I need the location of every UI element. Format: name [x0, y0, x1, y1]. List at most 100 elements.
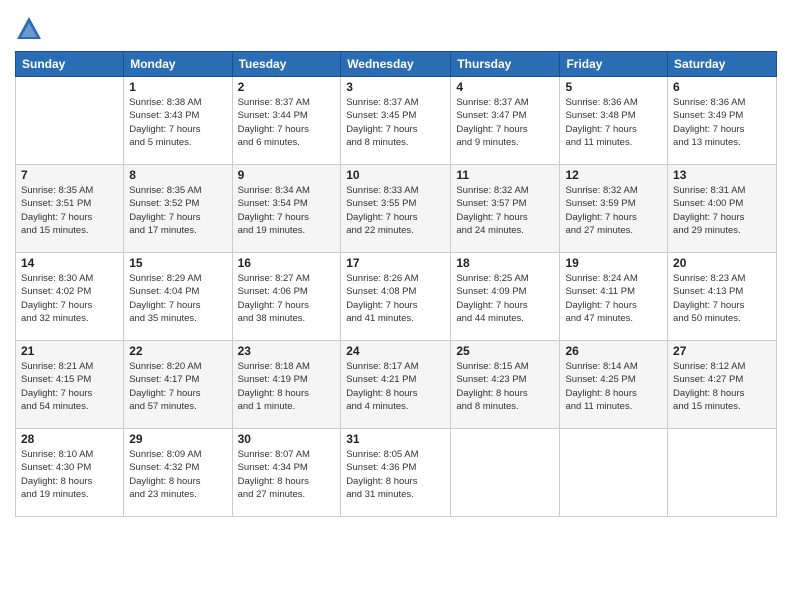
day-info: Sunrise: 8:36 AMSunset: 3:48 PMDaylight:…: [565, 96, 662, 149]
day-number: 16: [238, 256, 336, 270]
day-info: Sunrise: 8:07 AMSunset: 4:34 PMDaylight:…: [238, 448, 336, 501]
calendar-cell: 17Sunrise: 8:26 AMSunset: 4:08 PMDayligh…: [341, 253, 451, 341]
day-number: 27: [673, 344, 771, 358]
day-number: 3: [346, 80, 445, 94]
calendar-cell: 10 Sunrise: 8:33 AMSunset: 3:55 PMDayligh…: [341, 165, 451, 253]
day-number: 18: [456, 256, 554, 270]
calendar-cell: 23 Sunrise: 8:18 AMSunset: 4:19 PMDayligh…: [232, 341, 341, 429]
calendar-week-4: 21Sunrise: 8:21 AMSunset: 4:15 PMDayligh…: [16, 341, 777, 429]
day-info: Sunrise: 8:23 AMSunset: 4:13 PMDaylight:…: [673, 272, 771, 325]
calendar-header-thursday: Thursday: [451, 52, 560, 77]
day-info: Sunrise: 8:35 AMSunset: 3:51 PMDaylight:…: [21, 184, 118, 237]
day-info: Sunrise: 8:14 AMSunset: 4:25 PMDaylight:…: [565, 360, 662, 413]
calendar-table: SundayMondayTuesdayWednesdayThursdayFrid…: [15, 51, 777, 517]
calendar-cell: 21Sunrise: 8:21 AMSunset: 4:15 PMDayligh…: [16, 341, 124, 429]
day-number: 9: [238, 168, 336, 182]
day-info: Sunrise: 8:26 AMSunset: 4:08 PMDaylight:…: [346, 272, 445, 325]
calendar-cell: 4Sunrise: 8:37 AMSunset: 3:47 PMDaylight…: [451, 77, 560, 165]
day-number: 23: [238, 344, 336, 358]
calendar-cell: [668, 429, 777, 517]
day-number: 21: [21, 344, 118, 358]
calendar-week-3: 14 Sunrise: 8:30 AMSunset: 4:02 PMDayligh…: [16, 253, 777, 341]
day-number: 19: [565, 256, 662, 270]
calendar-header-row: SundayMondayTuesdayWednesdayThursdayFrid…: [16, 52, 777, 77]
calendar-cell: 2Sunrise: 8:37 AMSunset: 3:44 PMDaylight…: [232, 77, 341, 165]
calendar-cell: 1 Sunrise: 8:38 AMSunset: 3:43 PMDaylight…: [124, 77, 232, 165]
day-info: Sunrise: 8:09 AMSunset: 4:32 PMDaylight:…: [129, 448, 226, 501]
calendar-header-saturday: Saturday: [668, 52, 777, 77]
day-info: Sunrise: 8:12 AMSunset: 4:27 PMDaylight:…: [673, 360, 771, 413]
day-info: Sunrise: 8:31 AMSunset: 4:00 PMDaylight:…: [673, 184, 771, 237]
day-info: Sunrise: 8:25 AMSunset: 4:09 PMDaylight:…: [456, 272, 554, 325]
calendar-cell: 5 Sunrise: 8:36 AMSunset: 3:48 PMDaylight…: [560, 77, 668, 165]
calendar-cell: 24Sunrise: 8:17 AMSunset: 4:21 PMDayligh…: [341, 341, 451, 429]
calendar-cell: 19 Sunrise: 8:24 AMSunset: 4:11 PMDayligh…: [560, 253, 668, 341]
calendar-cell: 30 Sunrise: 8:07 AMSunset: 4:34 PMDayligh…: [232, 429, 341, 517]
calendar-cell: 20 Sunrise: 8:23 AMSunset: 4:13 PMDayligh…: [668, 253, 777, 341]
calendar-cell: 12 Sunrise: 8:32 AMSunset: 3:59 PMDayligh…: [560, 165, 668, 253]
calendar-cell: 27 Sunrise: 8:12 AMSunset: 4:27 PMDayligh…: [668, 341, 777, 429]
day-info: Sunrise: 8:05 AMSunset: 4:36 PMDaylight:…: [346, 448, 445, 501]
day-info: Sunrise: 8:32 AMSunset: 3:57 PMDaylight:…: [456, 184, 554, 237]
day-number: 1: [129, 80, 226, 94]
calendar-cell: [451, 429, 560, 517]
calendar-header-tuesday: Tuesday: [232, 52, 341, 77]
day-info: Sunrise: 8:37 AMSunset: 3:44 PMDaylight:…: [238, 96, 336, 149]
calendar-cell: [560, 429, 668, 517]
calendar-cell: 6Sunrise: 8:36 AMSunset: 3:49 PMDaylight…: [668, 77, 777, 165]
day-number: 28: [21, 432, 118, 446]
header: [15, 10, 777, 43]
calendar-cell: 3 Sunrise: 8:37 AMSunset: 3:45 PMDaylight…: [341, 77, 451, 165]
day-number: 30: [238, 432, 336, 446]
day-number: 31: [346, 432, 445, 446]
calendar-cell: 31 Sunrise: 8:05 AMSunset: 4:36 PMDayligh…: [341, 429, 451, 517]
day-number: 22: [129, 344, 226, 358]
day-number: 8: [129, 168, 226, 182]
day-number: 20: [673, 256, 771, 270]
calendar-cell: 16Sunrise: 8:27 AMSunset: 4:06 PMDayligh…: [232, 253, 341, 341]
day-info: Sunrise: 8:20 AMSunset: 4:17 PMDaylight:…: [129, 360, 226, 413]
day-number: 6: [673, 80, 771, 94]
calendar-cell: 9 Sunrise: 8:34 AMSunset: 3:54 PMDaylight…: [232, 165, 341, 253]
day-number: 25: [456, 344, 554, 358]
day-number: 4: [456, 80, 554, 94]
calendar-cell: 18 Sunrise: 8:25 AMSunset: 4:09 PMDayligh…: [451, 253, 560, 341]
calendar-week-5: 28Sunrise: 8:10 AMSunset: 4:30 PMDayligh…: [16, 429, 777, 517]
calendar-cell: 28Sunrise: 8:10 AMSunset: 4:30 PMDayligh…: [16, 429, 124, 517]
day-number: 15: [129, 256, 226, 270]
day-number: 5: [565, 80, 662, 94]
day-info: Sunrise: 8:37 AMSunset: 3:45 PMDaylight:…: [346, 96, 445, 149]
day-number: 10: [346, 168, 445, 182]
calendar-cell: 22 Sunrise: 8:20 AMSunset: 4:17 PMDayligh…: [124, 341, 232, 429]
day-info: Sunrise: 8:17 AMSunset: 4:21 PMDaylight:…: [346, 360, 445, 413]
calendar-cell: 29 Sunrise: 8:09 AMSunset: 4:32 PMDayligh…: [124, 429, 232, 517]
day-info: Sunrise: 8:15 AMSunset: 4:23 PMDaylight:…: [456, 360, 554, 413]
day-info: Sunrise: 8:29 AMSunset: 4:04 PMDaylight:…: [129, 272, 226, 325]
day-info: Sunrise: 8:35 AMSunset: 3:52 PMDaylight:…: [129, 184, 226, 237]
calendar-cell: 15 Sunrise: 8:29 AMSunset: 4:04 PMDayligh…: [124, 253, 232, 341]
day-number: 14: [21, 256, 118, 270]
calendar-header-sunday: Sunday: [16, 52, 124, 77]
calendar-cell: [16, 77, 124, 165]
day-number: 26: [565, 344, 662, 358]
day-info: Sunrise: 8:33 AMSunset: 3:55 PMDaylight:…: [346, 184, 445, 237]
day-number: 29: [129, 432, 226, 446]
calendar-header-friday: Friday: [560, 52, 668, 77]
day-info: Sunrise: 8:24 AMSunset: 4:11 PMDaylight:…: [565, 272, 662, 325]
calendar-cell: 14 Sunrise: 8:30 AMSunset: 4:02 PMDayligh…: [16, 253, 124, 341]
day-number: 7: [21, 168, 118, 182]
calendar-cell: 13Sunrise: 8:31 AMSunset: 4:00 PMDayligh…: [668, 165, 777, 253]
calendar-cell: 11Sunrise: 8:32 AMSunset: 3:57 PMDayligh…: [451, 165, 560, 253]
day-info: Sunrise: 8:18 AMSunset: 4:19 PMDaylight:…: [238, 360, 336, 413]
calendar-cell: 8 Sunrise: 8:35 AMSunset: 3:52 PMDaylight…: [124, 165, 232, 253]
day-number: 12: [565, 168, 662, 182]
logo: [15, 15, 46, 43]
calendar-header-wednesday: Wednesday: [341, 52, 451, 77]
day-info: Sunrise: 8:30 AMSunset: 4:02 PMDaylight:…: [21, 272, 118, 325]
calendar-week-2: 7 Sunrise: 8:35 AMSunset: 3:51 PMDaylight…: [16, 165, 777, 253]
day-info: Sunrise: 8:32 AMSunset: 3:59 PMDaylight:…: [565, 184, 662, 237]
day-info: Sunrise: 8:38 AMSunset: 3:43 PMDaylight:…: [129, 96, 226, 149]
day-info: Sunrise: 8:34 AMSunset: 3:54 PMDaylight:…: [238, 184, 336, 237]
calendar-header-monday: Monday: [124, 52, 232, 77]
calendar-cell: 7 Sunrise: 8:35 AMSunset: 3:51 PMDaylight…: [16, 165, 124, 253]
